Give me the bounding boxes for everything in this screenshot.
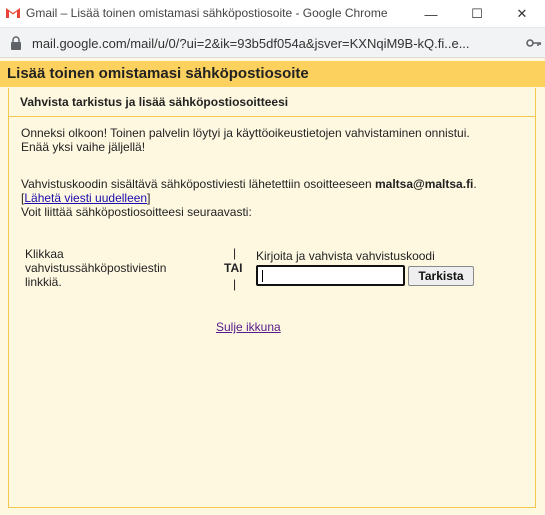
click-link-instruction: Klikkaa vahvistussähköpostiviestin linkk… [25, 247, 166, 289]
verification-code-input[interactable] [256, 265, 405, 286]
sent-suffix: . [473, 177, 477, 191]
sent-prefix: Vahvistuskoodin sisältävä sähköpostivies… [21, 177, 375, 191]
confirm-prompt: Voit liittää sähköpostiosoitteesi seuraa… [21, 205, 252, 219]
lock-icon [11, 36, 21, 50]
or-label: TAI [224, 261, 243, 275]
close-window-button[interactable]: ✕ [499, 0, 545, 28]
key-icon[interactable] [526, 37, 542, 49]
click-label-line-2: vahvistussähköpostiviestin [25, 261, 167, 275]
verify-button[interactable]: Tarkista [408, 266, 474, 286]
gmail-icon [6, 7, 20, 18]
resend-bracket-close: ] [147, 191, 151, 205]
section-title: Vahvista tarkistus ja lisää sähköpostios… [20, 95, 289, 109]
window-title: Gmail – Lisää toinen omistamasi sähköpos… [26, 6, 388, 20]
success-message-line-2: Enää yksi vaihe jäljellä! [21, 140, 146, 154]
click-label-line-3: linkkiä. [25, 275, 62, 289]
close-window-link[interactable]: Sulje ikkuna [216, 320, 281, 334]
code-label: Kirjoita ja vahvista vahvistuskoodi [256, 249, 435, 263]
divider-bottom: | [233, 277, 237, 291]
minimize-button[interactable]: — [408, 0, 454, 28]
maximize-button[interactable]: ☐ [454, 0, 500, 28]
content-panel: Vahvista tarkistus ja lisää sähköpostios… [8, 88, 536, 508]
resend-message-link[interactable]: Lähetä viesti uudelleen [24, 191, 147, 205]
sent-message: Vahvistuskoodin sisältävä sähköpostivies… [21, 177, 477, 191]
resend-line: [Lähetä viesti uudelleen] [21, 191, 150, 205]
section-header: Vahvista tarkistus ja lisää sähköpostios… [9, 88, 535, 117]
url-text[interactable]: mail.google.com/mail/u/0/?ui=2&ik=93b5df… [32, 36, 512, 51]
address-bar[interactable]: mail.google.com/mail/u/0/?ui=2&ik=93b5df… [0, 28, 545, 58]
text-caret [262, 270, 263, 282]
window-title-bar: Gmail – Lisää toinen omistamasi sähköpos… [0, 0, 545, 28]
sent-email: maltsa@maltsa.fi [374, 177, 474, 191]
header-bar: Lisää toinen omistamasi sähköpostiosoite [0, 61, 545, 87]
dialog-page: Lisää toinen omistamasi sähköpostiosoite… [0, 58, 545, 515]
success-message-line-1: Onneksi olkoon! Toinen palvelin löytyi j… [21, 126, 470, 140]
page-title: Lisää toinen omistamasi sähköpostiosoite [7, 65, 309, 82]
click-label-line-1: Klikkaa [25, 247, 64, 261]
divider-top: | [233, 246, 237, 260]
